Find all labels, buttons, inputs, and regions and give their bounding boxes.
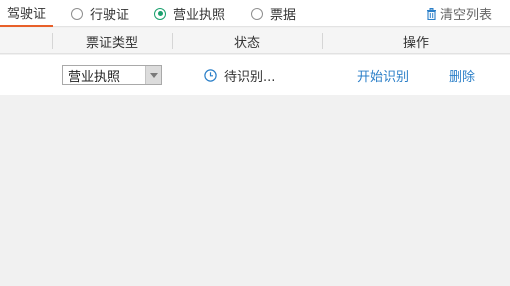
start-recognition-link[interactable]: 开始识别 <box>357 65 409 85</box>
radio-vehicle-license[interactable]: 行驶证 <box>71 0 129 27</box>
tab-drivers-license[interactable]: 驾驶证 <box>0 0 53 27</box>
clear-list-button[interactable]: 清空列表 <box>426 0 492 27</box>
table-row: 营业执照 待识别... 开始识别 删除 <box>0 55 510 95</box>
radio-vehicle-license-label: 行驶证 <box>90 8 130 23</box>
column-header-type-label: 票证类型 <box>85 35 138 51</box>
column-header-status: 状态 <box>172 28 322 54</box>
column-header-action: 操作 <box>322 28 510 54</box>
column-header-type: 票证类型 <box>52 28 172 54</box>
radio-receipt-label: 票据 <box>270 8 297 23</box>
column-header-status-label: 状态 <box>233 35 260 51</box>
trash-icon <box>426 7 436 20</box>
column-header-action-label: 操作 <box>402 35 429 51</box>
status-cell: 待识别... <box>204 65 275 85</box>
radio-receipt-circle[interactable] <box>251 7 263 20</box>
tab-drivers-license-label: 驾驶证 <box>6 7 46 22</box>
radio-business-license-circle[interactable] <box>154 7 166 20</box>
clock-icon <box>204 68 217 82</box>
radio-business-license-label: 营业执照 <box>173 8 226 23</box>
radio-business-license[interactable]: 营业执照 <box>154 0 225 27</box>
table-header: 票证类型 状态 操作 <box>0 28 510 54</box>
ticket-type-select-value: 营业执照 <box>68 69 121 85</box>
ticket-type-bar: 驾驶证 行驶证 营业执照 票据 清空列表 <box>0 0 510 27</box>
clear-list-label: 清空列表 <box>439 8 492 23</box>
status-text: 待识别... <box>224 69 276 85</box>
radio-vehicle-license-circle[interactable] <box>71 7 83 20</box>
ticket-type-select[interactable]: 营业执照 <box>62 65 162 85</box>
radio-receipt[interactable]: 票据 <box>251 0 296 27</box>
chevron-down-icon[interactable] <box>145 66 161 84</box>
delete-link[interactable]: 删除 <box>449 65 475 85</box>
